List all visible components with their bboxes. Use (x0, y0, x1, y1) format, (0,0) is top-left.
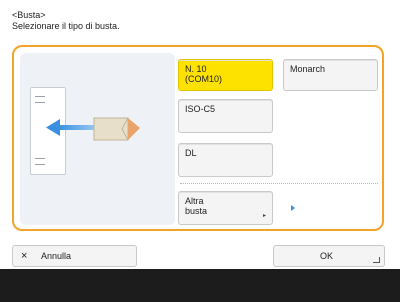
option-label: N. 10 (COM10) (185, 64, 223, 84)
option-n10-com10-button[interactable]: N. 10 (COM10) (178, 59, 273, 91)
option-label: DL (185, 148, 197, 158)
option-monarch-button[interactable]: Monarch (283, 59, 378, 91)
enter-icon (373, 257, 380, 263)
option-label: Altra busta (185, 196, 208, 216)
cancel-button[interactable]: × Annulla (12, 245, 137, 267)
option-altra-busta-button[interactable]: Altra busta ▸ (178, 191, 273, 225)
option-label: Monarch (290, 64, 326, 74)
close-icon: × (21, 250, 28, 262)
divider (180, 183, 378, 184)
ok-button[interactable]: OK (273, 245, 385, 267)
status-bar (0, 269, 400, 302)
option-label: ISO-C5 (185, 104, 216, 114)
ok-label: OK (320, 251, 334, 261)
screen-instruction: Selezionare il tipo di busta. (12, 21, 120, 31)
screen-title: <Busta> (12, 10, 46, 20)
envelope-feed-illustration (20, 53, 175, 225)
option-iso-c5-button[interactable]: ISO-C5 (178, 99, 273, 133)
envelope-selection-panel: N. 10 (COM10) Monarch ISO-C5 DL Altra bu… (12, 45, 384, 231)
option-dl-button[interactable]: DL (178, 143, 273, 177)
cancel-label: Annulla (41, 251, 72, 261)
submenu-indicator-icon: ▸ (262, 213, 266, 219)
screen-header: <Busta> Selezionare il tipo di busta. (12, 10, 120, 32)
envelope-icon (93, 117, 140, 141)
chevron-right-icon (291, 205, 295, 211)
